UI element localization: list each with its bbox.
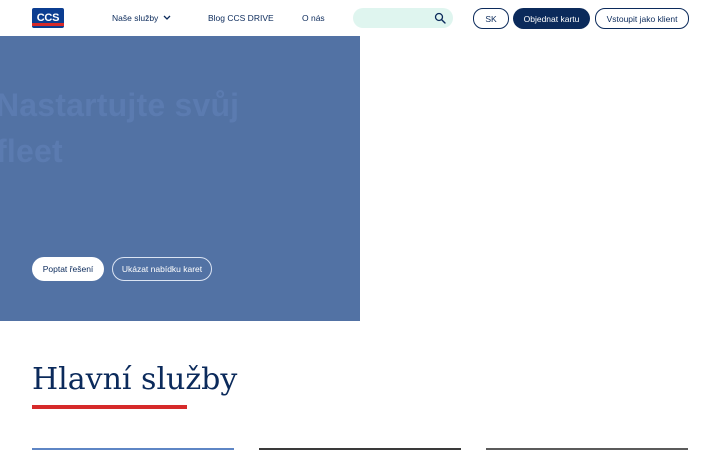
nav-item-nase-sluzby[interactable]: Naše služby <box>112 12 158 24</box>
search-input[interactable] <box>353 8 453 28</box>
hero-banner: Nastartujte svůj fleet Poptat řešení Uká… <box>0 36 360 321</box>
search-icon[interactable] <box>434 12 446 24</box>
nav-item-blog[interactable]: Blog CCS DRIVE <box>208 12 274 24</box>
show-cards-button[interactable]: Ukázat nabídku karet <box>112 257 212 281</box>
hero-title: Nastartujte svůj fleet <box>0 87 240 169</box>
chevron-down-icon[interactable] <box>163 12 171 24</box>
section-underline <box>32 405 187 409</box>
top-navigation: CCS Naše služby Blog CCS DRIVE O nás SK … <box>0 0 720 36</box>
order-card-button[interactable]: Objednat kartu <box>513 8 590 29</box>
nav-item-o-nas[interactable]: O nás <box>302 12 325 24</box>
request-solution-button[interactable]: Poptat řešení <box>32 257 104 281</box>
language-sk-button[interactable]: SK <box>473 8 509 29</box>
client-login-button[interactable]: Vstoupit jako klient <box>595 8 689 29</box>
ccs-logo[interactable]: CCS <box>32 8 64 28</box>
section-title: Hlavní služby <box>32 362 238 397</box>
